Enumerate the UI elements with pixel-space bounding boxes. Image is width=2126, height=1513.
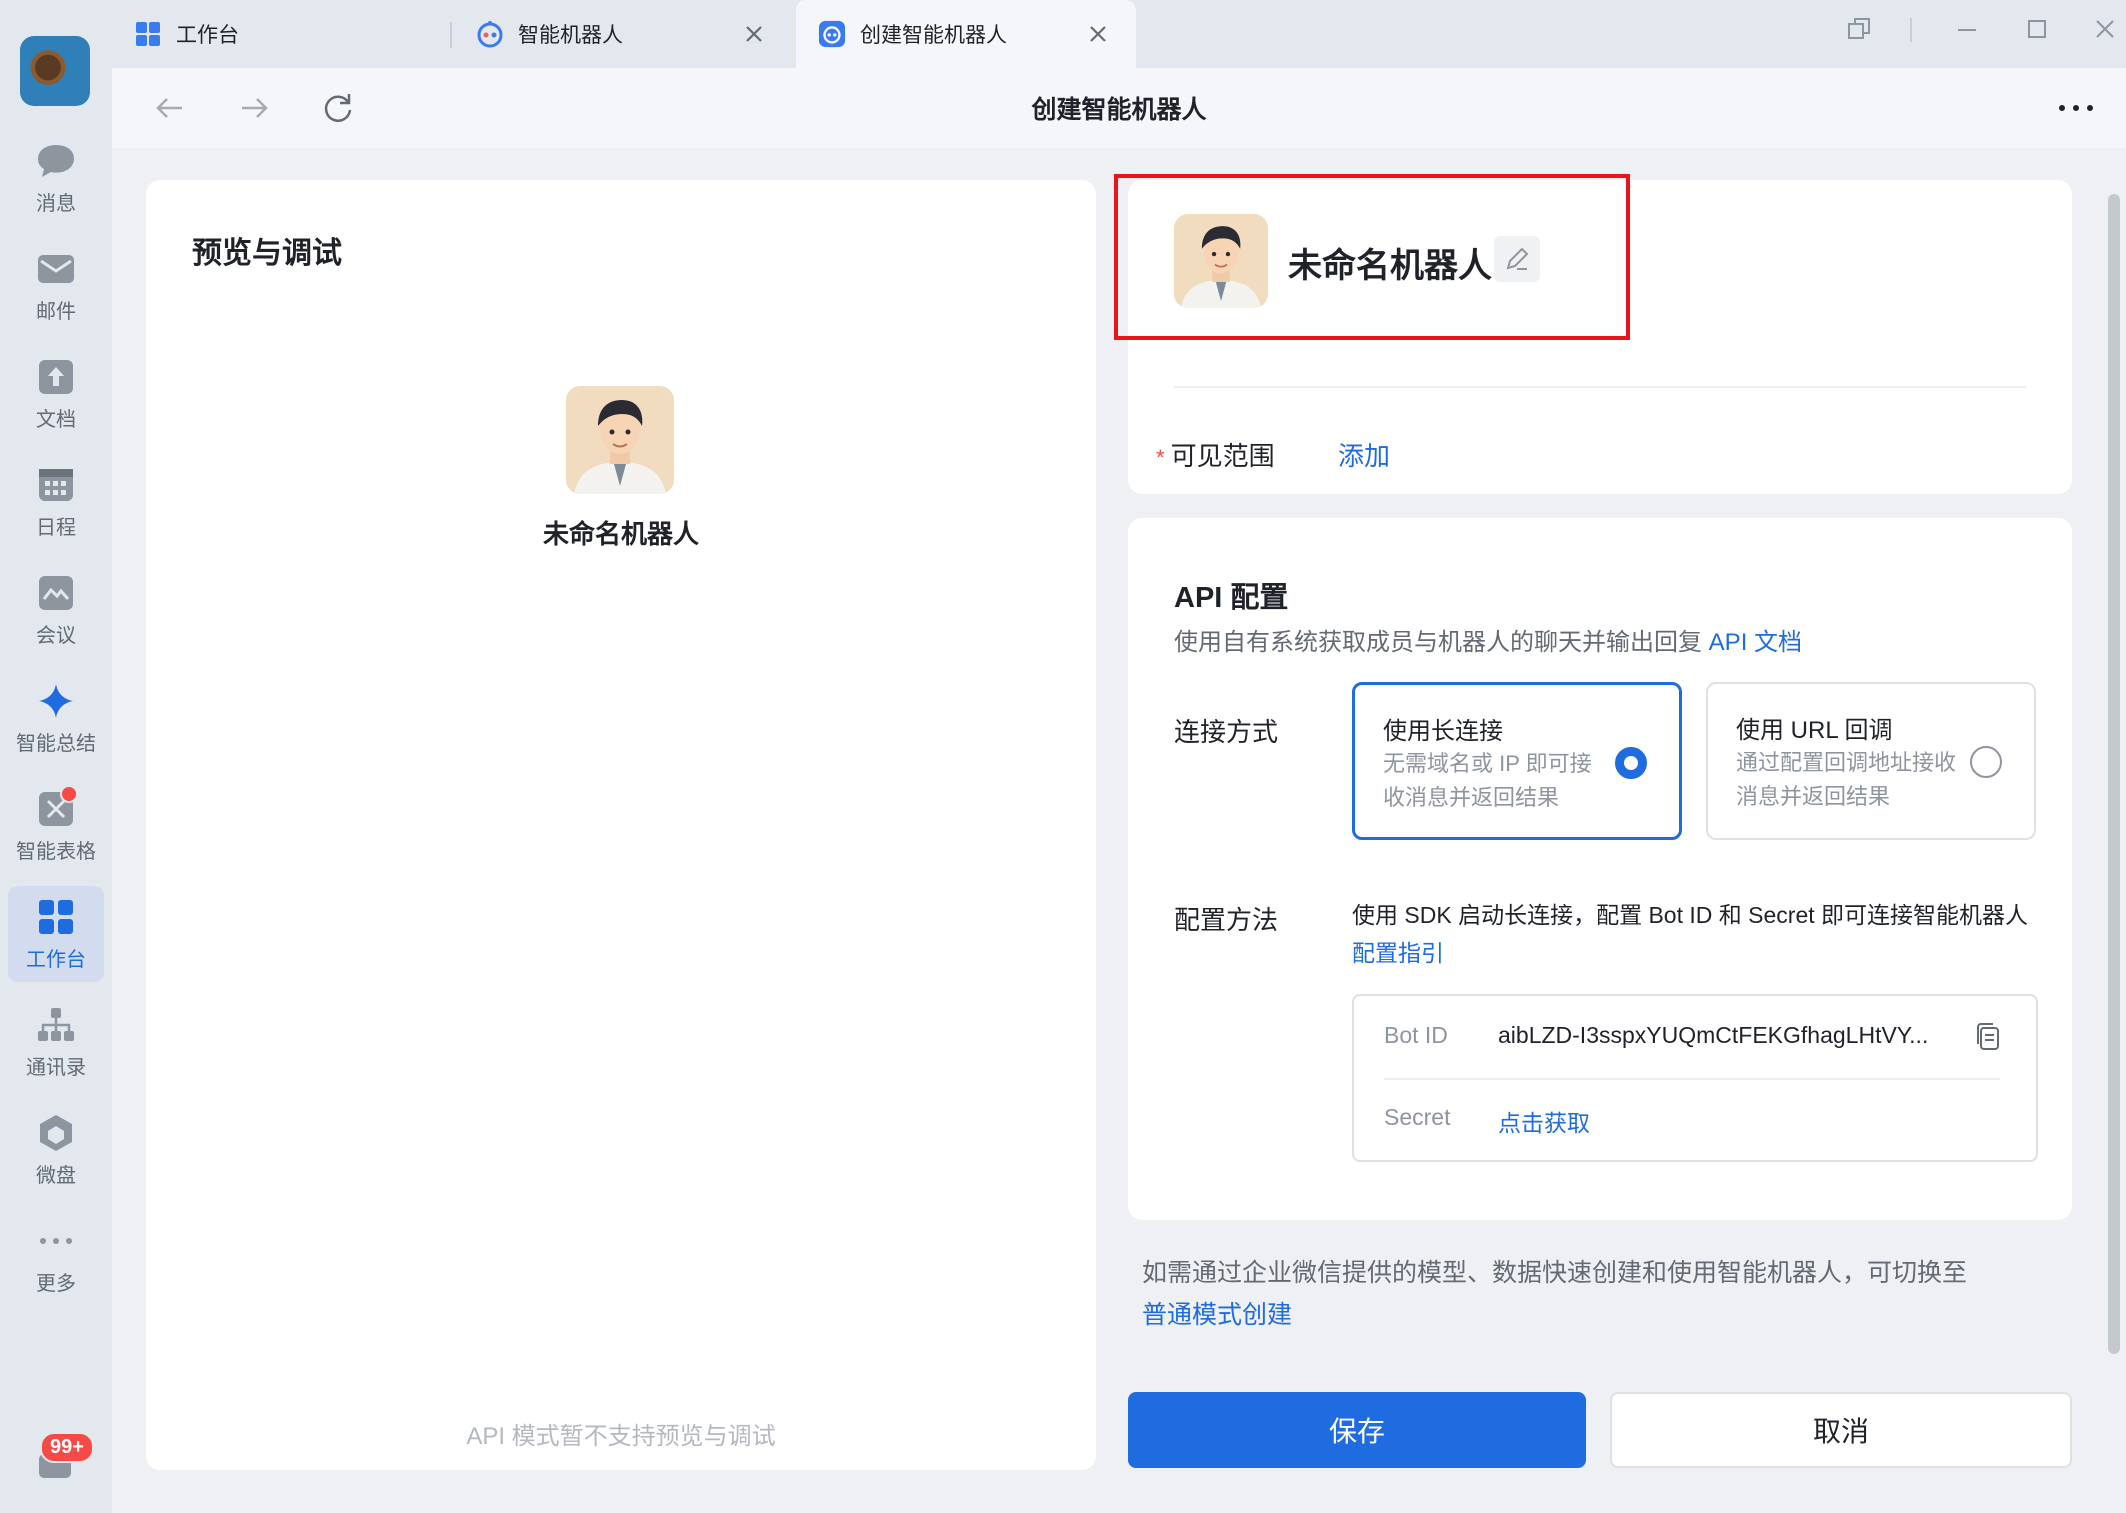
config-guide-link[interactable]: 配置指引 <box>1352 940 1444 966</box>
preview-panel: 预览与调试 未命名机器人 API 模式暂不支持预览与调试 <box>146 180 1096 1470</box>
chat-bubble-icon <box>36 141 76 181</box>
sidebar-item-mail[interactable]: 邮件 <box>8 238 104 334</box>
scrollbar[interactable] <box>2108 194 2120 1354</box>
sidebar-item-label: 智能总结 <box>16 732 96 755</box>
tab-bar: 工作台 智能机器人 创建智能机器人 <box>112 0 2126 68</box>
tab-label: 创建智能机器人 <box>860 24 1007 47</box>
tab-label: 智能机器人 <box>518 24 623 47</box>
sidebar-item-docs[interactable]: 文档 <box>8 346 104 442</box>
sidebar-item-label: 日程 <box>36 516 76 539</box>
minimize-icon[interactable] <box>1952 14 1982 44</box>
left-sidebar: 消息 邮件 文档 日程 会议 智能总结 智能表格 工作台 通讯录 微盘 更多 9… <box>0 0 112 1513</box>
tab-workbench[interactable]: 工作台 <box>112 0 442 68</box>
normal-mode-link[interactable]: 普通模式创建 <box>1142 1301 1292 1329</box>
mail-icon <box>36 249 76 289</box>
calendar-icon <box>36 465 76 505</box>
secret-label: Secret <box>1384 1104 1451 1130</box>
sidebar-item-smart-summary[interactable]: 智能总结 <box>8 670 104 766</box>
radio-unselected[interactable] <box>1970 746 2002 778</box>
radio-selected[interactable] <box>1615 747 1647 779</box>
option-subtitle: 无需域名或 IP 即可接收消息并返回结果 <box>1383 751 1592 810</box>
workbench-grid-icon <box>36 897 76 937</box>
unread-badge: 99+ <box>40 1432 94 1463</box>
close-icon[interactable] <box>1086 22 1110 46</box>
page-title: 创建智能机器人 <box>1031 96 1207 124</box>
window-control-separator <box>1910 18 1912 42</box>
connection-label: 连接方式 <box>1174 717 1279 747</box>
smart-sheet-icon <box>36 784 78 829</box>
sidebar-item-workbench[interactable]: 工作台 <box>8 886 104 982</box>
preview-unsupported-note: API 模式暂不支持预览与调试 <box>466 1423 776 1450</box>
api-config-title: API 配置 <box>1174 582 1289 614</box>
sidebar-item-label: 文档 <box>36 408 76 431</box>
sidebar-item-label: 会议 <box>36 624 76 647</box>
tab-label: 工作台 <box>176 24 239 47</box>
workbench-grid-icon <box>134 20 162 48</box>
api-doc-link[interactable]: API 文档 <box>1709 629 1802 656</box>
api-config-description: 使用自有系统获取成员与机器人的聊天并输出回复 API 文档 <box>1174 629 1803 656</box>
maximize-icon[interactable] <box>2022 14 2052 44</box>
drive-icon <box>36 1113 76 1153</box>
option-long-connection[interactable]: 使用长连接 无需域名或 IP 即可接收消息并返回结果 <box>1352 682 1682 840</box>
method-description: 使用 SDK 启动长连接，配置 Bot ID 和 Secret 即可连接智能机器… <box>1352 902 2029 966</box>
sidebar-item-drive[interactable]: 微盘 <box>8 1102 104 1198</box>
sidebar-item-label: 更多 <box>36 1272 76 1295</box>
get-secret-link[interactable]: 点击获取 <box>1498 1104 1590 1138</box>
sidebar-item-meeting[interactable]: 会议 <box>8 562 104 658</box>
bot-id-value: aibLZD-I3sspxYUQmCtFEKGfhagLHtVY... <box>1498 1022 1929 1048</box>
save-button[interactable]: 保存 <box>1128 1392 1586 1468</box>
option-title: 使用长连接 <box>1383 718 1503 745</box>
more-dots-icon <box>36 1221 76 1261</box>
main-content: 预览与调试 未命名机器人 API 模式暂不支持预览与调试 未命名机器人 * 可见… <box>112 148 2126 1513</box>
bot-info-card: 未命名机器人 * 可见范围 添加 <box>1114 174 2072 494</box>
address-bar: 创建智能机器人 <box>112 68 2126 148</box>
notification-dot <box>60 784 78 803</box>
tab-smart-robot[interactable]: 智能机器人 <box>454 0 792 68</box>
copy-icon[interactable] <box>1974 1022 2002 1052</box>
sidebar-item-more[interactable]: 更多 <box>8 1210 104 1306</box>
pop-out-window-icon[interactable] <box>1844 14 1874 44</box>
add-visibility-link[interactable]: 添加 <box>1338 436 1390 473</box>
option-subtitle: 通过配置回调地址接收消息并返回结果 <box>1736 750 1957 809</box>
sidebar-item-label: 邮件 <box>36 300 76 323</box>
visibility-label: * 可见范围 <box>1156 441 1275 471</box>
switch-mode-note: 如需通过企业微信提供的模型、数据快速创建和使用智能机器人，可切换至 普通模式创建 <box>1142 1259 1968 1329</box>
bot-id-label: Bot ID <box>1384 1022 1448 1048</box>
preview-bot-name: 未命名机器人 <box>542 519 699 549</box>
robot-icon <box>818 20 846 48</box>
api-config-card: API 配置 使用自有系统获取成员与机器人的聊天并输出回复 API 文档 连接方… <box>1128 518 2072 1220</box>
divider <box>1174 386 2026 388</box>
option-title: 使用 URL 回调 <box>1736 717 1893 744</box>
sidebar-item-label: 智能表格 <box>16 840 96 863</box>
meeting-icon <box>36 573 76 613</box>
option-url-callback[interactable]: 使用 URL 回调 通过配置回调地址接收消息并返回结果 <box>1706 682 2036 840</box>
sidebar-item-label: 消息 <box>36 192 76 215</box>
preview-title: 预览与调试 <box>192 237 342 270</box>
cancel-button[interactable]: 取消 <box>1610 1392 2072 1468</box>
doc-icon <box>36 357 76 397</box>
sidebar-item-label: 工作台 <box>26 948 86 971</box>
credentials-box: Bot ID aibLZD-I3sspxYUQmCtFEKGfhagLHtVY.… <box>1352 994 2038 1162</box>
required-mark: * <box>1156 445 1165 470</box>
sidebar-item-calendar[interactable]: 日程 <box>8 454 104 550</box>
sidebar-item-contacts[interactable]: 通讯录 <box>8 994 104 1090</box>
more-options-icon[interactable] <box>2056 96 2096 120</box>
robot-icon <box>476 20 504 48</box>
close-icon[interactable] <box>742 22 766 46</box>
close-window-icon[interactable] <box>2090 14 2120 44</box>
highlight-frame <box>1114 174 1630 340</box>
user-avatar[interactable] <box>20 36 90 106</box>
org-chart-icon <box>36 1005 76 1045</box>
sparkle-icon <box>36 681 76 721</box>
tab-create-robot[interactable]: 创建智能机器人 <box>796 0 1136 68</box>
sidebar-item-label: 通讯录 <box>26 1056 86 1079</box>
sidebar-item-smart-sheet[interactable]: 智能表格 <box>8 778 104 874</box>
tab-separator <box>450 22 452 48</box>
method-label: 配置方法 <box>1174 905 1279 935</box>
sidebar-item-label: 微盘 <box>36 1164 76 1187</box>
divider <box>1384 1078 2000 1080</box>
sidebar-item-messages[interactable]: 消息 <box>8 130 104 226</box>
bot-avatar-image <box>566 386 674 494</box>
